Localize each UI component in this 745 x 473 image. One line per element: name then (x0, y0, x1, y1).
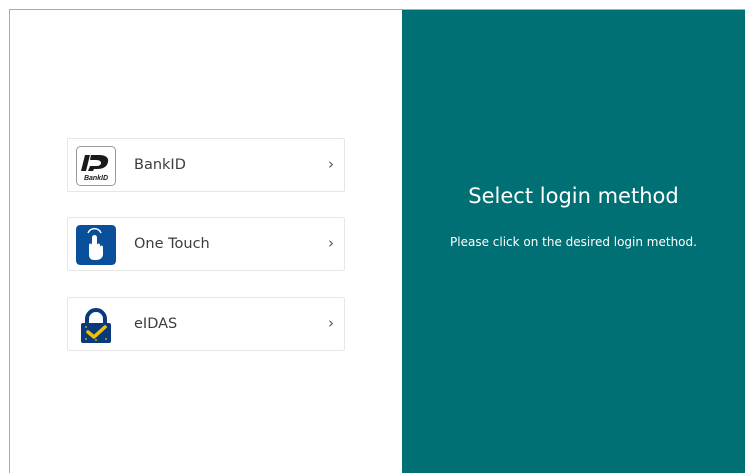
page-title: Select login method (468, 184, 679, 208)
one-touch-login-button[interactable]: One Touch › (67, 217, 345, 271)
chevron-right-icon: › (328, 155, 334, 173)
login-card: BankID BankID › One Touch › eIDAS › Sele… (9, 9, 745, 473)
bankid-login-button[interactable]: BankID BankID › (67, 138, 345, 192)
hand-touch-icon (76, 225, 116, 265)
chevron-right-icon: › (328, 234, 334, 252)
instruction-text: Please click on the desired login method… (450, 235, 697, 249)
bankid-label: BankID (134, 157, 186, 173)
login-methods-pane: BankID BankID › One Touch › eIDAS › (10, 10, 402, 473)
padlock-check-icon (76, 305, 116, 345)
one-touch-label: One Touch (134, 236, 210, 252)
bankid-logo-icon: BankID (76, 146, 116, 186)
login-page: BankID BankID › One Touch › eIDAS › Sele… (0, 0, 745, 473)
info-panel: Select login method Please click on the … (402, 10, 745, 473)
eidas-login-button[interactable]: eIDAS › (67, 297, 345, 351)
bankid-logo-text: BankID (84, 175, 108, 182)
chevron-right-icon: › (328, 314, 334, 332)
eidas-label: eIDAS (134, 316, 178, 332)
